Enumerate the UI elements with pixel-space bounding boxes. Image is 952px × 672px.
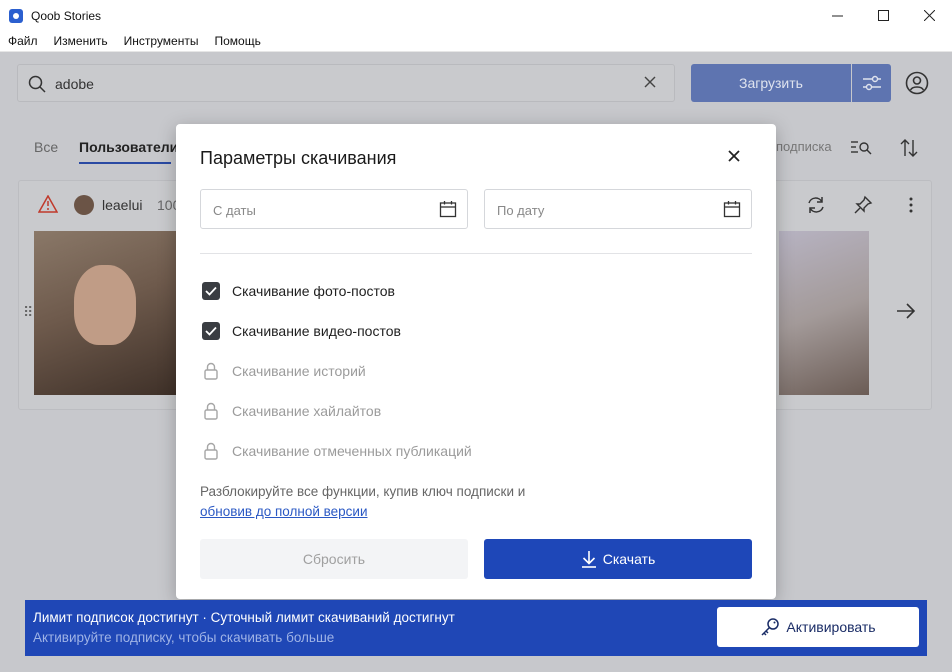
active-tab-indicator	[79, 162, 171, 164]
refresh-icon[interactable]	[806, 195, 826, 215]
more-icon[interactable]	[908, 196, 914, 214]
minimize-button[interactable]	[814, 0, 860, 31]
dialog-title: Параметры скачивания	[200, 148, 397, 168]
activate-label: Активировать	[786, 619, 876, 635]
avatar	[74, 195, 94, 215]
sort-icon[interactable]	[900, 138, 918, 158]
checkbox-checked[interactable]	[202, 322, 220, 340]
option-photo-posts[interactable]: Скачивание фото-постов	[200, 280, 395, 302]
download-button[interactable]: Скачать	[484, 539, 752, 579]
window-controls	[814, 0, 952, 31]
minimize-icon	[831, 15, 843, 17]
post-thumbnail[interactable]	[34, 231, 179, 395]
warning-icon	[38, 195, 58, 213]
app-logo-icon	[9, 8, 23, 23]
menu-bar: Файл Изменить Инструменты Помощь	[0, 31, 952, 52]
to-date-placeholder: По дату	[497, 203, 545, 218]
calendar-icon[interactable]	[723, 200, 741, 218]
drag-handle-icon[interactable]: ⠿	[23, 304, 33, 321]
tab-users[interactable]: Пользователи	[79, 139, 178, 155]
search-icon	[28, 75, 46, 93]
check-icon	[205, 326, 217, 336]
upgrade-link[interactable]: обновив до полной версии	[200, 502, 525, 522]
option-highlights: Скачивание хайлайтов	[200, 400, 381, 422]
banner-subtitle: Активируйте подписку, чтобы скачивать бо…	[33, 630, 335, 645]
download-settings-dialog: Параметры скачивания С даты По дату Скач…	[176, 124, 776, 599]
lock-icon	[202, 401, 220, 421]
check-icon	[205, 286, 217, 296]
option-label: Скачивание фото-постов	[232, 283, 395, 299]
pin-icon[interactable]	[853, 195, 873, 215]
limit-banner: Лимит подписок достигнут · Суточный лими…	[25, 600, 927, 656]
option-label: Скачивание отмеченных публикаций	[232, 443, 472, 459]
key-icon	[761, 618, 780, 636]
tab-all[interactable]: Все	[34, 139, 58, 155]
calendar-icon[interactable]	[439, 200, 457, 218]
activate-button[interactable]: Активировать	[717, 607, 919, 647]
from-date-placeholder: С даты	[213, 203, 256, 218]
menu-file[interactable]: Файл	[0, 34, 46, 48]
title-bar: Qoob Stories	[0, 0, 952, 31]
promo-text: Разблокируйте все функции, купив ключ по…	[200, 484, 526, 499]
upgrade-promo: Разблокируйте все функции, купив ключ по…	[200, 482, 525, 522]
option-label: Скачивание видео-постов	[232, 323, 401, 339]
thumbnail-face-shape	[74, 265, 136, 345]
load-button[interactable]: Загрузить	[691, 64, 851, 102]
filter-button[interactable]	[852, 64, 891, 102]
reset-button[interactable]: Сбросить	[200, 539, 468, 579]
checkbox-checked[interactable]	[202, 282, 220, 300]
card-username[interactable]: leaelui	[102, 197, 142, 213]
sliders-icon	[862, 75, 881, 91]
banner-title: Лимит подписок достигнут · Суточный лими…	[33, 610, 455, 625]
post-thumbnail-2[interactable]	[779, 231, 869, 395]
close-window-button[interactable]	[906, 0, 952, 31]
close-icon	[923, 10, 935, 21]
search-bar[interactable]: adobe	[17, 64, 675, 102]
menu-tools[interactable]: Инструменты	[116, 34, 207, 48]
option-label: Скачивание историй	[232, 363, 366, 379]
subscription-filter-label[interactable]: подписка	[776, 139, 832, 154]
menu-edit[interactable]: Изменить	[46, 34, 116, 48]
lock-icon	[202, 361, 220, 381]
option-label: Скачивание хайлайтов	[232, 403, 382, 419]
download-icon	[581, 551, 596, 568]
account-icon[interactable]	[905, 71, 929, 95]
close-icon[interactable]	[728, 150, 740, 162]
option-tagged-posts: Скачивание отмеченных публикаций	[200, 440, 472, 462]
from-date-field[interactable]: С даты	[200, 189, 468, 229]
to-date-field[interactable]: По дату	[484, 189, 752, 229]
window-title: Qoob Stories	[31, 8, 102, 23]
clear-search-icon[interactable]	[644, 76, 656, 88]
download-label: Скачать	[602, 551, 656, 567]
search-input[interactable]: adobe	[55, 76, 94, 92]
menu-help[interactable]: Помощь	[206, 34, 268, 48]
maximize-button[interactable]	[860, 0, 906, 31]
maximize-icon	[877, 10, 889, 21]
next-arrow-icon[interactable]	[896, 303, 916, 319]
divider	[200, 253, 752, 254]
option-video-posts[interactable]: Скачивание видео-постов	[200, 320, 401, 342]
filter-search-icon[interactable]	[850, 140, 872, 156]
lock-icon	[202, 441, 220, 461]
option-stories: Скачивание историй	[200, 360, 366, 382]
